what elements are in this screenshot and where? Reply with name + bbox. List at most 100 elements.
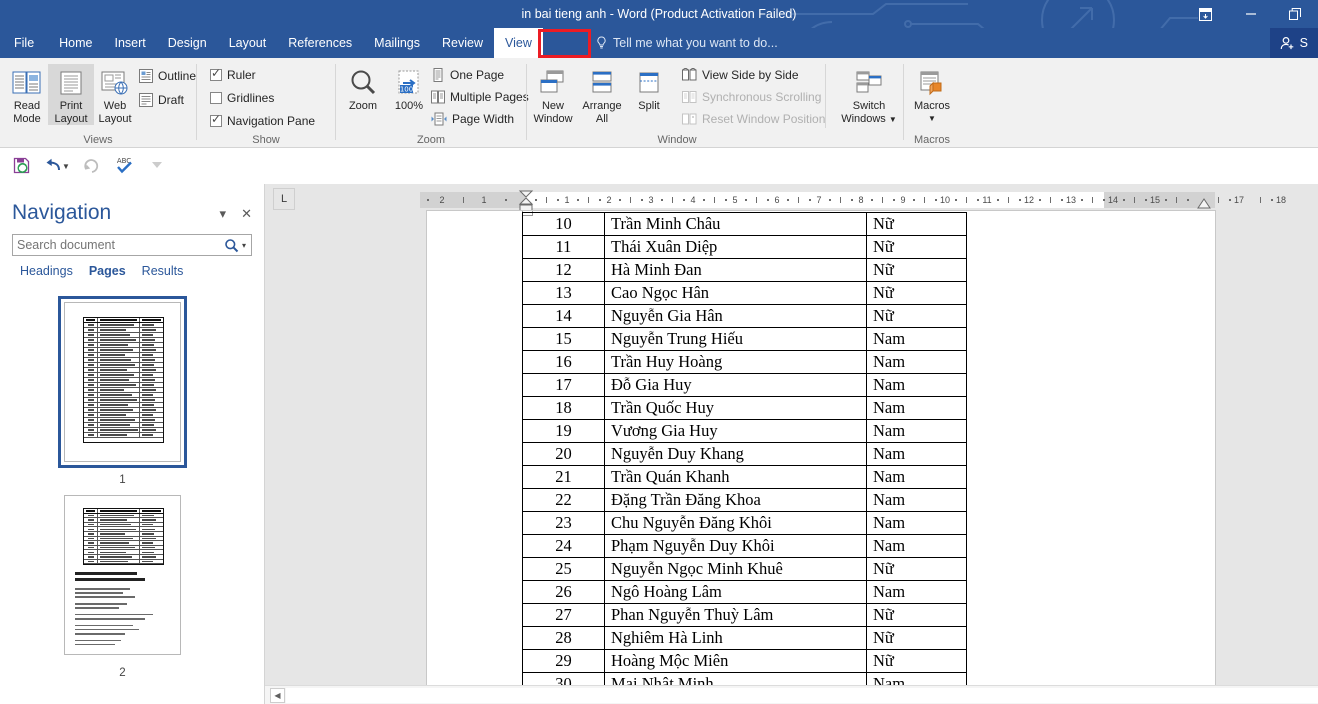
cell-name[interactable]: Hà Minh Đan [604,258,867,282]
table-row[interactable]: 18 Trần Quốc Huy Nam [522,396,967,420]
cell-name[interactable]: Nghiêm Hà Linh [604,626,867,650]
table-row[interactable]: 27 Phan Nguyễn Thuỳ Lâm Nữ [522,603,967,627]
cell-name[interactable]: Đặng Trần Đăng Khoa [604,488,867,512]
cell-no[interactable]: 11 [522,235,605,259]
gridlines-checkbox[interactable] [210,92,222,104]
cell-no[interactable]: 24 [522,534,605,558]
cell-no[interactable]: 14 [522,304,605,328]
navigation-pane-checkbox[interactable] [210,112,222,127]
cell-name[interactable]: Hoàng Mộc Miên [604,649,867,673]
table-row[interactable]: 15 Nguyễn Trung Hiếu Nam [522,327,967,351]
table-row[interactable]: 17 Đỗ Gia Huy Nam [522,373,967,397]
document-page-1[interactable]: 10 Trần Minh Châu Nữ 11 Thái Xuân Diệp Nữ 12… [426,210,1216,704]
table-row[interactable]: 16 Trần Huy Hoàng Nam [522,350,967,374]
cell-no[interactable]: 18 [522,396,605,420]
chevron-down-icon[interactable]: ▾ [219,206,226,222]
cell-sex[interactable]: Nữ [866,603,967,627]
table-row[interactable]: 25 Nguyễn Ngọc Minh Khuê Nữ [522,557,967,581]
page-width-button[interactable]: Page Width [428,109,517,129]
cell-name[interactable]: Trần Minh Châu [604,212,867,236]
tab-references[interactable]: References [277,28,363,58]
cell-sex[interactable]: Nam [866,465,967,489]
view-side-by-side-button[interactable]: View Side by Side [679,65,802,85]
arrange-all-button[interactable]: Arrange All [579,64,625,125]
cell-no[interactable]: 21 [522,465,605,489]
tab-view[interactable]: View [494,28,543,58]
search-input[interactable] [13,235,221,255]
redo-icon[interactable] [78,152,104,178]
sign-in-button[interactable]: S [1269,28,1318,58]
cell-name[interactable]: Thái Xuân Diệp [604,235,867,259]
cell-sex[interactable]: Nam [866,373,967,397]
cell-sex[interactable]: Nữ [866,626,967,650]
undo-dropdown-icon[interactable]: ▼ [62,162,70,171]
cell-no[interactable]: 10 [522,212,605,236]
cell-sex[interactable]: Nữ [866,258,967,282]
tab-file[interactable]: File [0,28,48,58]
cell-name[interactable]: Trần Quán Khanh [604,465,867,489]
horizontal-scroll-track[interactable] [286,688,1318,703]
table-row[interactable]: 22 Đặng Trần Đăng Khoa Nam [522,488,967,512]
customize-qat-icon[interactable] [144,152,170,178]
left-indent-markers[interactable] [518,190,534,212]
table-row[interactable]: 13 Cao Ngọc Hân Nữ [522,281,967,305]
cell-name[interactable]: Nguyễn Gia Hân [604,304,867,328]
cell-no[interactable]: 25 [522,557,605,581]
cell-sex[interactable]: Nam [866,511,967,535]
cell-sex[interactable]: Nam [866,327,967,351]
switch-windows-button[interactable]: Switch Windows ▼ [840,64,898,126]
ruler-checkbox[interactable] [210,66,222,81]
outline-button[interactable]: Outline [136,66,199,86]
draft-button[interactable]: Draft [136,90,187,110]
search-icon[interactable] [221,238,242,253]
table-row[interactable]: 20 Nguyễn Duy Khang Nam [522,442,967,466]
search-document-field[interactable]: ▾ [12,234,252,256]
cell-no[interactable]: 26 [522,580,605,604]
minimize-icon[interactable] [1228,0,1273,28]
spelling-check-icon[interactable]: ABC [112,152,138,178]
ruler-checkbox-item[interactable]: Ruler [207,65,259,85]
table-row[interactable]: 24 Phạm Nguyễn Duy Khôi Nam [522,534,967,558]
scroll-left-button[interactable]: ◀ [270,688,285,703]
tab-design[interactable]: Design [157,28,218,58]
new-window-button[interactable]: New Window [530,64,576,125]
table-row[interactable]: 11 Thái Xuân Diệp Nữ [522,235,967,259]
cell-name[interactable]: Phạm Nguyễn Duy Khôi [604,534,867,558]
print-layout-button[interactable]: Print Layout [48,64,94,125]
one-page-button[interactable]: One Page [428,65,507,85]
cell-name[interactable]: Trần Huy Hoàng [604,350,867,374]
cell-sex[interactable]: Nam [866,419,967,443]
tab-insert[interactable]: Insert [104,28,157,58]
tab-layout[interactable]: Layout [218,28,278,58]
nav-tab-pages[interactable]: Pages [81,260,134,282]
cell-no[interactable]: 16 [522,350,605,374]
cell-sex[interactable]: Nam [866,442,967,466]
reset-window-position-button[interactable]: Reset Window Position [679,109,828,129]
cell-no[interactable]: 20 [522,442,605,466]
cell-no[interactable]: 15 [522,327,605,351]
restore-icon[interactable] [1273,0,1318,28]
tab-review[interactable]: Review [431,28,494,58]
cell-sex[interactable]: Nữ [866,235,967,259]
zoom-button[interactable]: Zoom [340,64,386,113]
table-row[interactable]: 28 Nghiêm Hà Linh Nữ [522,626,967,650]
ribbon-display-options-icon[interactable] [1183,0,1228,28]
gridlines-checkbox-item[interactable]: Gridlines [207,88,277,108]
tab-mailings[interactable]: Mailings [363,28,431,58]
cell-name[interactable]: Phan Nguyễn Thuỳ Lâm [604,603,867,627]
cell-sex[interactable]: Nữ [866,649,967,673]
tab-home[interactable]: Home [48,28,103,58]
cell-name[interactable]: Nguyễn Ngọc Minh Khuê [604,557,867,581]
table-row[interactable]: 29 Hoàng Mộc Miên Nữ [522,649,967,673]
navigation-pane-checkbox-item[interactable]: Navigation Pane [207,111,318,131]
table-row[interactable]: 14 Nguyễn Gia Hân Nữ [522,304,967,328]
macros-dropdown-icon[interactable]: ▼ [907,113,957,126]
cell-name[interactable]: Đỗ Gia Huy [604,373,867,397]
page-thumbnail-2[interactable] [64,495,181,655]
cell-no[interactable]: 28 [522,626,605,650]
cell-sex[interactable]: Nam [866,350,967,374]
cell-name[interactable]: Nguyễn Duy Khang [604,442,867,466]
cell-no[interactable]: 19 [522,419,605,443]
horizontal-scrollbar[interactable]: ◀ [265,685,1318,704]
cell-no[interactable]: 12 [522,258,605,282]
